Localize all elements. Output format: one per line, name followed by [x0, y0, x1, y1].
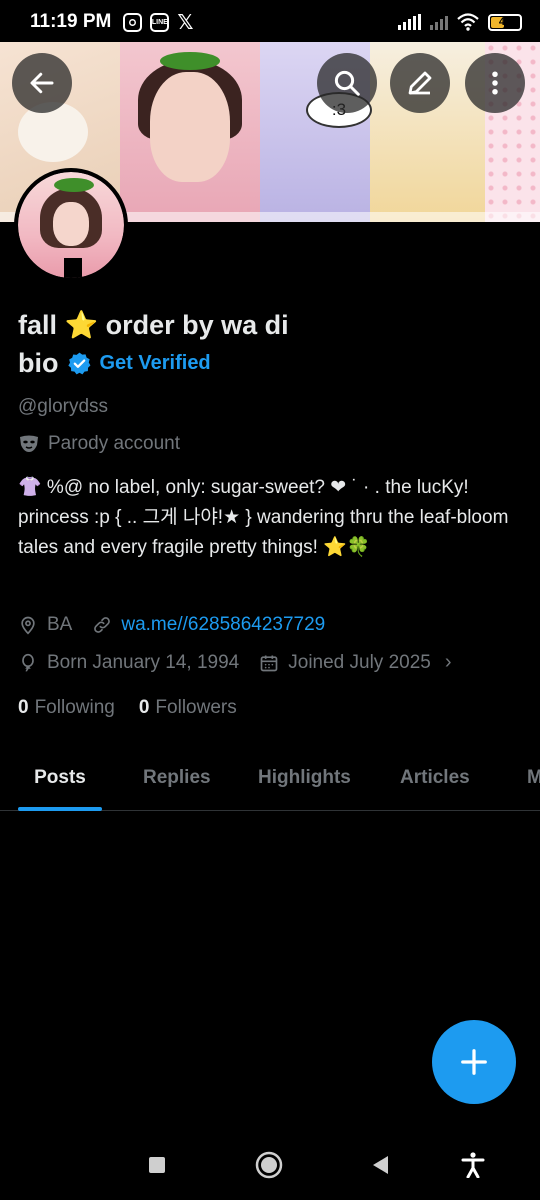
circle-icon — [255, 1151, 283, 1179]
parody-text: Parody account — [48, 433, 181, 454]
tab-label: Highlights — [258, 767, 351, 788]
follow-stats: 0 Following 0 Followers — [18, 697, 261, 719]
battery-level: 43 — [498, 16, 512, 28]
arrow-left-icon — [30, 72, 54, 94]
notification-icons: LINE 𝕏 — [123, 10, 193, 35]
profile-meta-row-2: Born January 14, 1994 Joined July 2025 › — [18, 651, 452, 674]
tab-posts[interactable]: Posts — [18, 745, 102, 811]
profile-bio: 👚 %@ no label, only: sugar-sweet? ❤ ˙ · … — [18, 477, 509, 558]
more-button[interactable] — [465, 53, 525, 113]
profile-tabs: Posts Replies Highlights Articles M — [0, 745, 540, 811]
chevron-right-icon[interactable]: › — [445, 651, 452, 674]
active-tab-indicator — [18, 807, 102, 811]
followers-count: 0 — [138, 697, 150, 718]
edit-button[interactable] — [390, 53, 450, 113]
x-icon: 𝕏 — [177, 11, 194, 34]
system-nav-bar — [0, 1140, 540, 1186]
profile-meta-row-1: BA wa.me//6285864237729 — [18, 614, 325, 636]
tab-highlights[interactable]: Highlights — [258, 745, 351, 811]
profile-name-line2: bio — [18, 348, 59, 378]
accessibility-button[interactable] — [458, 1150, 488, 1180]
search-button[interactable] — [317, 53, 377, 113]
tab-label: M — [527, 767, 540, 788]
profile-name-line1: fall ⭐ order by wa di — [18, 310, 289, 340]
triangle-back-icon — [373, 1156, 388, 1174]
back-nav-button[interactable] — [365, 1150, 395, 1180]
square-icon — [149, 1157, 165, 1173]
bear-image — [18, 102, 88, 162]
compose-button[interactable] — [432, 1020, 516, 1104]
wifi-icon — [457, 13, 479, 31]
tab-label: Replies — [143, 767, 211, 788]
tab-articles[interactable]: Articles — [400, 745, 470, 811]
more-vertical-icon — [492, 71, 498, 95]
back-button[interactable] — [12, 53, 72, 113]
status-bar: 11:19 PM LINE 𝕏 43 — [0, 0, 540, 44]
tab-replies[interactable]: Replies — [143, 745, 211, 811]
line-icon: LINE — [150, 12, 170, 32]
link-icon — [94, 617, 111, 633]
instagram-icon — [123, 12, 143, 32]
recents-button[interactable] — [142, 1150, 172, 1180]
following-count: 0 — [18, 697, 29, 718]
mask-icon — [20, 435, 38, 452]
tab-media[interactable]: M — [527, 745, 540, 811]
website-link[interactable]: wa.me//6285864237729 — [121, 614, 325, 636]
balloon-icon — [22, 653, 34, 671]
accessibility-icon — [461, 1152, 485, 1178]
following-link[interactable]: 0 Following — [18, 697, 115, 719]
location-icon — [21, 616, 35, 635]
parody-label: Parody account — [18, 433, 180, 455]
search-icon — [334, 70, 360, 96]
location-text: BA — [47, 614, 73, 635]
avatar[interactable] — [14, 168, 128, 282]
verified-badge-icon — [67, 351, 92, 376]
signal-icon — [398, 14, 421, 30]
home-button[interactable] — [254, 1150, 284, 1180]
tab-label: Articles — [400, 767, 470, 788]
following-label: Following — [34, 697, 115, 718]
plus-icon — [461, 1049, 487, 1075]
birthday-text: Born January 14, 1994 — [47, 651, 240, 673]
status-time: 11:19 PM — [30, 11, 112, 32]
joined-text: Joined July 2025 — [288, 651, 431, 673]
followers-label: Followers — [155, 697, 237, 718]
followers-link[interactable]: 0 Followers — [139, 697, 237, 719]
banner-portrait — [150, 72, 230, 182]
get-verified-link[interactable]: Get Verified — [100, 344, 211, 382]
signal-2-icon — [430, 14, 448, 30]
tab-label: Posts — [34, 767, 86, 788]
battery-icon: 43 — [488, 13, 522, 31]
calendar-icon — [260, 655, 278, 671]
pencil-icon — [408, 71, 432, 95]
profile-handle: @glorydss — [18, 396, 109, 417]
profile-name: fall ⭐ order by wa di bio Get Verified — [18, 306, 438, 382]
